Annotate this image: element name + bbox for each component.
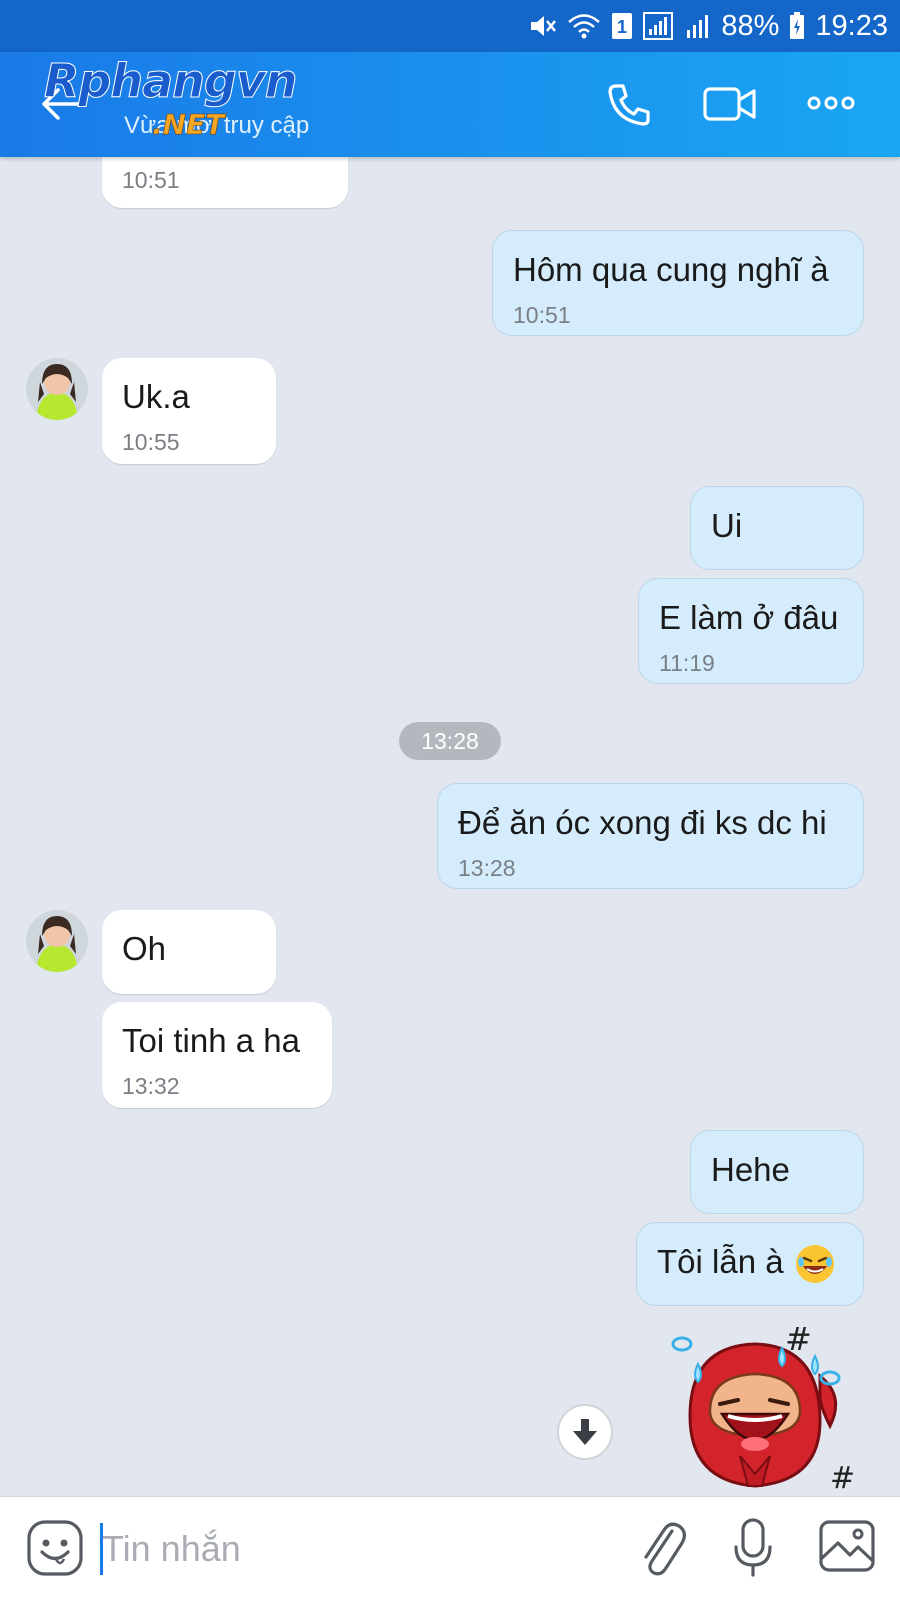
message-bubble-incoming[interactable]: Toi tinh a ha 13:32 [102, 1002, 332, 1108]
message-bubble-outgoing[interactable]: Để ăn óc xong đi ks dc hi 13:28 [437, 783, 864, 889]
signal-icon [643, 12, 674, 40]
paperclip-icon[interactable] [636, 1517, 686, 1579]
laughing-sticker[interactable]: # # [670, 1316, 870, 1496]
emoji-icon[interactable] [26, 1519, 84, 1577]
message-time: 13:28 [458, 855, 516, 881]
message-text: Hôm qua cung nghĩ à [513, 251, 829, 288]
signal-bars-icon [687, 15, 709, 38]
message-text: E làm ở đâu [659, 599, 839, 636]
message-time: 10:51 [513, 302, 571, 328]
more-dots-icon[interactable] [806, 90, 856, 116]
clock: 19:23 [815, 9, 888, 42]
message-time: 10:55 [122, 429, 180, 455]
date-separator: 13:28 [399, 722, 501, 760]
message-time: 13:32 [122, 1073, 180, 1099]
message-bubble-incoming[interactable]: Oh [102, 910, 276, 994]
microphone-icon[interactable] [732, 1517, 774, 1579]
message-bubble-outgoing[interactable]: E làm ở đâu 11:19 [638, 578, 864, 684]
watermark-logo: Rphangvn [44, 58, 299, 105]
watermark-logo-sub: .NET [152, 108, 225, 142]
image-icon[interactable] [818, 1519, 876, 1573]
message-bubble-outgoing[interactable]: Hôm qua cung nghĩ à 10:51 [492, 230, 864, 336]
sim-icon: 1 [612, 13, 633, 39]
message-text: Tôi lẫn à [657, 1243, 784, 1280]
arrow-down-icon [573, 1419, 597, 1445]
message-text: Uk.a [122, 378, 190, 415]
phone-icon[interactable] [604, 80, 654, 130]
message-bubble-outgoing[interactable]: Tôi lẫn à [636, 1222, 864, 1306]
message-bubble-outgoing[interactable]: Hehe [690, 1130, 864, 1214]
message-text: Oh [122, 930, 167, 967]
message-time: 10:51 [122, 167, 180, 193]
video-camera-icon[interactable] [702, 80, 758, 130]
message-text: Toi tinh a ha [122, 1022, 300, 1059]
wifi-icon [568, 14, 601, 39]
status-bar: 1 88% 19:23 [0, 0, 900, 52]
message-composer: Tin nhắn [0, 1496, 900, 1600]
contact-avatar[interactable] [26, 910, 88, 972]
battery-icon [790, 12, 805, 39]
message-time: 11:19 [659, 650, 715, 676]
message-bubble-outgoing[interactable]: Ui [690, 486, 864, 570]
message-input[interactable]: Tin nhắn [102, 1521, 602, 1577]
message-bubble-incoming[interactable]: Uk.a 10:55 [102, 358, 276, 464]
message-text: Hehe [711, 1151, 790, 1188]
battery-percent: 88% [721, 9, 780, 42]
logo-text: Rphangvn [44, 54, 299, 108]
message-text: Để ăn óc xong đi ks dc hi [458, 804, 827, 841]
sim-badge: 1 [617, 17, 627, 37]
mute-icon [531, 16, 557, 36]
contact-avatar[interactable] [26, 358, 88, 420]
message-text: Ui [711, 507, 743, 544]
chat-header: Vừa mới truy cập Rphangvn .NET [0, 52, 900, 157]
laughing-emoji-icon [796, 1245, 834, 1283]
sticker-hash-mark: # [830, 1461, 855, 1496]
scroll-to-bottom-button[interactable] [557, 1404, 613, 1460]
